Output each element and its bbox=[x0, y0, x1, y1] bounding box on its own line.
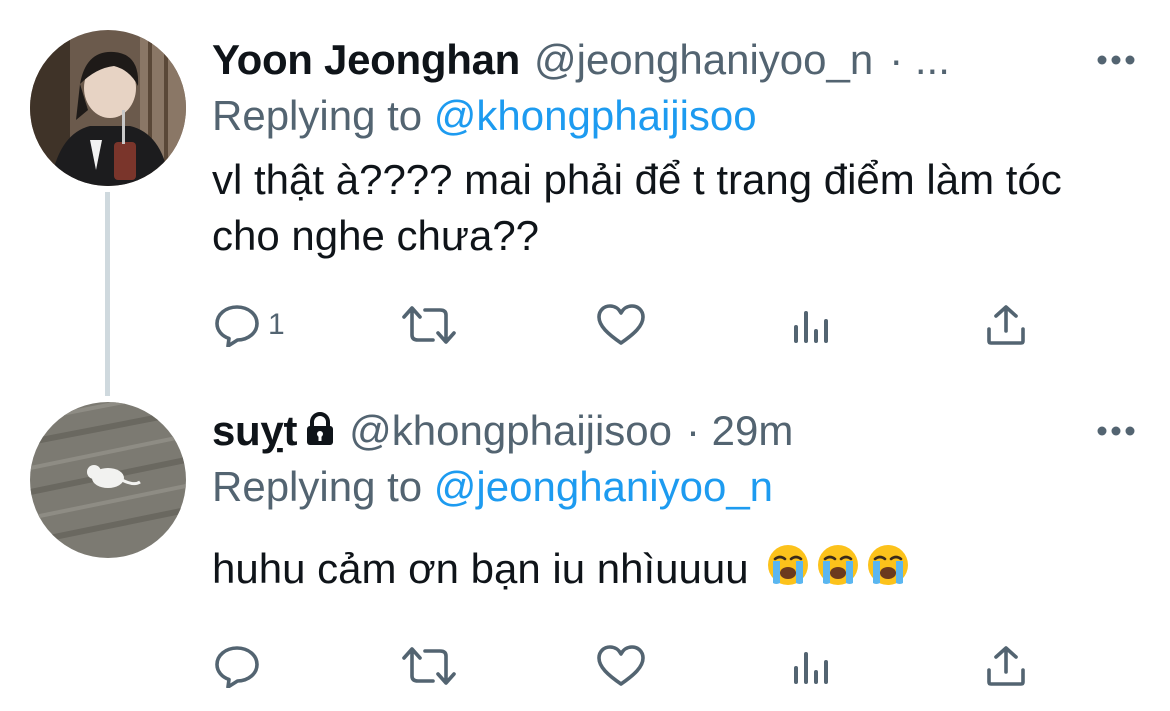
display-name[interactable]: Yoon Jeonghan bbox=[212, 36, 520, 84]
tweet-2[interactable]: suỵt @khongphaijisoo · 29m Replying to @… bbox=[212, 403, 1136, 601]
retweet-button[interactable] bbox=[400, 295, 458, 355]
like-button[interactable] bbox=[596, 295, 646, 355]
retweet-button[interactable] bbox=[400, 636, 458, 696]
share-icon bbox=[984, 303, 1028, 347]
loudly-crying-face-emoji bbox=[866, 543, 910, 601]
replying-to-line: Replying to @khongphaijisoo bbox=[212, 88, 1136, 144]
tweet-text: huhu cảm ơn bạn iu nhìuuuu bbox=[212, 545, 749, 592]
reply-button[interactable] bbox=[214, 636, 268, 696]
replying-to-mention[interactable]: @khongphaijisoo bbox=[434, 92, 757, 139]
retweet-icon bbox=[400, 303, 458, 347]
analytics-icon bbox=[792, 644, 832, 688]
share-icon bbox=[984, 644, 1028, 688]
more-icon bbox=[1096, 54, 1136, 66]
tweet-meta: · ... bbox=[889, 36, 950, 83]
tweet-header: Yoon Jeonghan @jeonghaniyoo_n · ... bbox=[212, 32, 1136, 88]
loudly-crying-face-emoji bbox=[766, 543, 810, 601]
user-handle[interactable]: @khongphaijisoo bbox=[349, 407, 672, 455]
like-icon bbox=[596, 644, 646, 688]
replying-to-line: Replying to @jeonghaniyoo_n bbox=[212, 459, 1136, 515]
like-icon bbox=[596, 303, 646, 347]
thread-connector-line bbox=[105, 192, 110, 396]
more-options-button[interactable] bbox=[1096, 32, 1136, 88]
replying-to-label: Replying to bbox=[212, 92, 423, 139]
analytics-button[interactable] bbox=[792, 295, 832, 355]
more-options-button[interactable] bbox=[1096, 403, 1136, 459]
avatar-jeonghan[interactable] bbox=[30, 30, 186, 186]
loudly-crying-face-emoji bbox=[816, 543, 860, 601]
tweet-actions bbox=[214, 636, 1034, 696]
reply-count: 1 bbox=[268, 308, 285, 341]
reply-icon bbox=[214, 303, 260, 347]
reply-button[interactable]: 1 bbox=[214, 295, 285, 355]
replying-to-label: Replying to bbox=[212, 463, 423, 510]
reply-icon bbox=[214, 644, 260, 688]
analytics-icon bbox=[792, 303, 832, 347]
tweet-meta: · 29m bbox=[686, 407, 794, 454]
lock-icon bbox=[305, 411, 335, 451]
display-name[interactable]: suỵt bbox=[212, 407, 297, 455]
share-button[interactable] bbox=[984, 636, 1028, 696]
like-button[interactable] bbox=[596, 636, 646, 696]
retweet-icon bbox=[400, 644, 458, 688]
tweet-1[interactable]: Yoon Jeonghan @jeonghaniyoo_n · ... Repl… bbox=[212, 32, 1136, 264]
replying-to-mention[interactable]: @jeonghaniyoo_n bbox=[434, 463, 773, 510]
user-handle[interactable]: @jeonghaniyoo_n bbox=[534, 36, 873, 84]
share-button[interactable] bbox=[984, 295, 1028, 355]
avatar-suyt[interactable] bbox=[30, 402, 186, 558]
tweet-body: huhu cảm ơn bạn iu nhìuuuu bbox=[212, 541, 1136, 601]
analytics-button[interactable] bbox=[792, 636, 832, 696]
tweet-actions: 1 bbox=[214, 295, 1034, 355]
more-icon bbox=[1096, 425, 1136, 437]
tweet-text: vl thật à???? mai phải để t trang điểm l… bbox=[212, 156, 1062, 259]
tweet-header: suỵt @khongphaijisoo · 29m bbox=[212, 403, 1136, 459]
